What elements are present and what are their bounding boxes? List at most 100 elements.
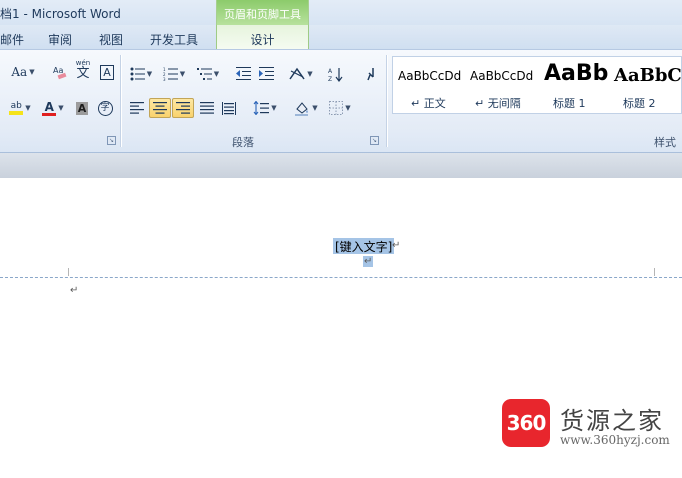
paragraph-mark: ↵ bbox=[392, 240, 401, 251]
font-color-icon-label: A bbox=[44, 99, 54, 114]
style-sample: AaBbCcDd bbox=[398, 69, 462, 83]
style-normal[interactable]: AaBbCcDd ↵ 正文 bbox=[393, 57, 463, 113]
style-no-spacing[interactable]: AaBbCcDd ↵ 无间隔 bbox=[465, 57, 535, 113]
justify-button[interactable] bbox=[197, 98, 217, 118]
line-spacing-button[interactable]: ▼ bbox=[250, 98, 280, 118]
shading-button[interactable]: ▼ bbox=[291, 98, 321, 118]
margin-corner-mark bbox=[654, 268, 655, 276]
svg-text:Aa: Aa bbox=[53, 66, 63, 75]
style-heading-2[interactable]: AaBbC 标题 2 bbox=[609, 57, 682, 113]
align-right-icon bbox=[176, 102, 190, 114]
align-left-button[interactable] bbox=[127, 98, 147, 118]
decrease-indent-button[interactable] bbox=[233, 64, 253, 84]
watermark-logo: 360 bbox=[502, 399, 550, 447]
font-dialog-launcher[interactable]: ↘ bbox=[107, 136, 116, 145]
header-boundary-line bbox=[0, 277, 682, 278]
show-paragraph-marks-button[interactable] bbox=[360, 64, 380, 84]
style-sample: AaBbCcDd bbox=[470, 69, 534, 83]
window-title: 档1 - Microsoft Word bbox=[0, 7, 121, 21]
borders-button[interactable]: ▼ bbox=[326, 98, 354, 118]
align-right-button[interactable] bbox=[172, 98, 194, 118]
styles-gallery: AaBbCcDd ↵ 正文 AaBbCcDd ↵ 无间隔 AaBb 标题 1 A… bbox=[392, 56, 682, 114]
style-name: 标题 2 bbox=[623, 97, 656, 110]
enclose-characters-icon: 字 bbox=[97, 100, 113, 116]
multilevel-list-icon bbox=[196, 68, 212, 80]
chevron-down-icon: ▼ bbox=[213, 70, 220, 78]
paragraph-dialog-launcher[interactable]: ↘ bbox=[370, 136, 379, 145]
bullets-icon bbox=[130, 67, 145, 81]
highlight-icon: ab bbox=[9, 101, 24, 115]
paragraph-mark: ↵ bbox=[70, 285, 79, 296]
increase-indent-button[interactable] bbox=[256, 64, 276, 84]
bullets-button[interactable]: ▼ bbox=[127, 64, 155, 84]
font-color-bar bbox=[42, 112, 57, 116]
distributed-button[interactable] bbox=[219, 98, 239, 118]
style-heading-1[interactable]: AaBb 标题 1 bbox=[539, 57, 609, 113]
increase-indent-icon bbox=[258, 67, 274, 80]
style-name: 标题 1 bbox=[553, 97, 586, 110]
margin-corner-mark bbox=[68, 268, 69, 276]
style-sample: AaBb bbox=[544, 61, 609, 86]
paint-bucket-icon bbox=[295, 101, 309, 116]
ribbon-tab-row: 邮件 审阅 视图 开发工具 设计 bbox=[0, 25, 682, 49]
align-center-button[interactable] bbox=[149, 98, 171, 118]
decrease-indent-icon bbox=[235, 67, 251, 80]
chevron-down-icon: ▼ bbox=[271, 104, 277, 112]
style-name: ↵ 正文 bbox=[411, 97, 446, 110]
style-sample: AaBbC bbox=[614, 65, 682, 86]
phonetic-guide-button[interactable]: wén 文 bbox=[72, 60, 94, 81]
paragraph-mark: ↵ bbox=[363, 256, 374, 267]
sort-button[interactable]: AZ bbox=[325, 64, 347, 84]
chinese-layout-icon bbox=[289, 67, 305, 80]
distributed-icon bbox=[222, 101, 236, 115]
numbering-icon: 123 bbox=[163, 67, 178, 81]
sort-icon: AZ bbox=[328, 67, 343, 82]
header-placeholder-text[interactable]: [键入文字] bbox=[333, 238, 395, 254]
chevron-down-icon: ▼ bbox=[345, 104, 351, 112]
font-color-icon: A bbox=[42, 99, 57, 116]
clear-formatting-icon: Aa bbox=[53, 66, 67, 80]
paragraph-group-label: 段落 bbox=[232, 136, 254, 149]
character-border-button[interactable]: A bbox=[97, 62, 117, 82]
styles-group-label: 样式 bbox=[654, 136, 676, 149]
paragraph-marks-icon bbox=[367, 68, 374, 81]
character-shading-icon: A bbox=[75, 101, 89, 115]
svg-text:Z: Z bbox=[328, 76, 332, 82]
borders-icon bbox=[329, 101, 344, 115]
line-spacing-icon bbox=[253, 101, 270, 115]
tab-mailings[interactable]: 邮件 bbox=[0, 31, 24, 48]
tab-review[interactable]: 审阅 bbox=[48, 31, 72, 48]
chevron-down-icon: ▼ bbox=[179, 70, 186, 78]
style-name: ↵ 无间隔 bbox=[475, 97, 521, 110]
watermark-title: 货源之家 bbox=[560, 407, 664, 435]
header-footer-tools-label: 页眉和页脚工具 bbox=[216, 0, 309, 26]
change-case-button[interactable]: Aa ▼ bbox=[8, 62, 38, 82]
group-separator bbox=[386, 55, 387, 147]
document-background bbox=[0, 153, 682, 178]
clear-formatting-button[interactable]: Aa bbox=[50, 62, 70, 82]
chevron-down-icon: ▼ bbox=[307, 70, 313, 78]
highlight-icon-label: ab bbox=[10, 101, 22, 111]
numbering-button[interactable]: 1 2 3 ▼ bbox=[160, 64, 188, 84]
tab-view[interactable]: 视图 bbox=[99, 31, 123, 48]
highlight-color-bar bbox=[9, 111, 24, 115]
group-separator bbox=[120, 55, 121, 147]
chevron-down-icon: ▼ bbox=[146, 70, 153, 78]
enclose-characters-button[interactable]: 字 bbox=[95, 98, 115, 118]
title-bar: 档1 - Microsoft Word bbox=[0, 0, 682, 25]
chevron-down-icon: ▼ bbox=[58, 104, 64, 112]
chevron-down-icon: ▼ bbox=[312, 104, 318, 112]
multilevel-list-button[interactable]: ▼ bbox=[194, 64, 222, 84]
tab-developer[interactable]: 开发工具 bbox=[150, 31, 198, 48]
character-shading-button[interactable]: A bbox=[72, 98, 92, 118]
tab-design[interactable]: 设计 bbox=[216, 25, 309, 49]
change-case-icon: Aa bbox=[11, 65, 28, 79]
justify-icon bbox=[200, 102, 214, 114]
chevron-down-icon: ▼ bbox=[25, 104, 31, 112]
svg-text:A: A bbox=[328, 68, 333, 75]
chinese-layout-button[interactable]: ▼ bbox=[286, 64, 316, 84]
text-highlight-button[interactable]: ab ▼ bbox=[3, 98, 37, 118]
font-color-button[interactable]: A ▼ bbox=[38, 98, 68, 118]
chevron-down-icon: ▼ bbox=[29, 68, 35, 76]
watermark-url: www.360hyzj.com bbox=[560, 433, 670, 447]
